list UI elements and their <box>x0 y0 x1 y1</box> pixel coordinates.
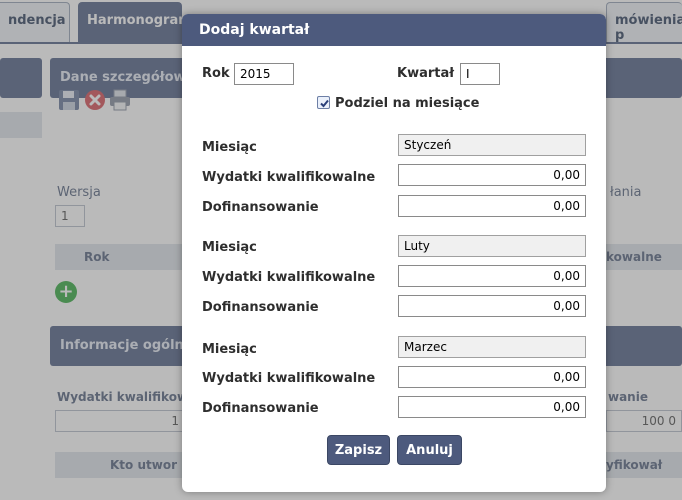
rok-field[interactable] <box>234 63 294 85</box>
dofinansowanie-field[interactable] <box>398 396 586 418</box>
rok-label: Rok <box>202 66 230 81</box>
podziel-label: Podziel na miesiące <box>335 96 480 111</box>
dofinansowanie-label: Dofinansowanie <box>202 401 319 416</box>
miesiac-field <box>398 336 586 358</box>
miesiac-field <box>398 235 586 257</box>
wydatki-kwalifikowalne-label: Wydatki kwalifikowalne <box>202 270 376 285</box>
wydatki-kwalifikowalne-field[interactable] <box>398 164 586 186</box>
kwartal-label: Kwartał <box>397 66 455 81</box>
miesiac-label: Miesiąc <box>202 240 257 255</box>
kwartal-field[interactable] <box>460 63 500 85</box>
podziel-checkbox[interactable] <box>317 96 330 109</box>
dofinansowanie-field[interactable] <box>398 195 586 217</box>
wydatki-kwalifikowalne-field[interactable] <box>398 265 586 287</box>
checkmark-icon <box>320 99 329 108</box>
wydatki-kwalifikowalne-label: Wydatki kwalifikowalne <box>202 170 376 185</box>
miesiac-label: Miesiąc <box>202 342 257 357</box>
cancel-button[interactable]: Anuluj <box>397 435 462 465</box>
miesiac-field <box>398 134 586 156</box>
dofinansowanie-label: Dofinansowanie <box>202 300 319 315</box>
wydatki-kwalifikowalne-field[interactable] <box>398 366 586 388</box>
dialog-title: Dodaj kwartał <box>199 22 310 38</box>
save-button[interactable]: Zapisz <box>327 435 390 465</box>
wydatki-kwalifikowalne-label: Wydatki kwalifikowalne <box>202 371 376 386</box>
dofinansowanie-field[interactable] <box>398 295 586 317</box>
dodaj-kwartal-dialog: Dodaj kwartał Rok Kwartał Podziel na mie… <box>182 14 606 492</box>
dialog-header: Dodaj kwartał <box>182 14 606 46</box>
miesiac-label: Miesiąc <box>202 140 257 155</box>
dofinansowanie-label: Dofinansowanie <box>202 200 319 215</box>
